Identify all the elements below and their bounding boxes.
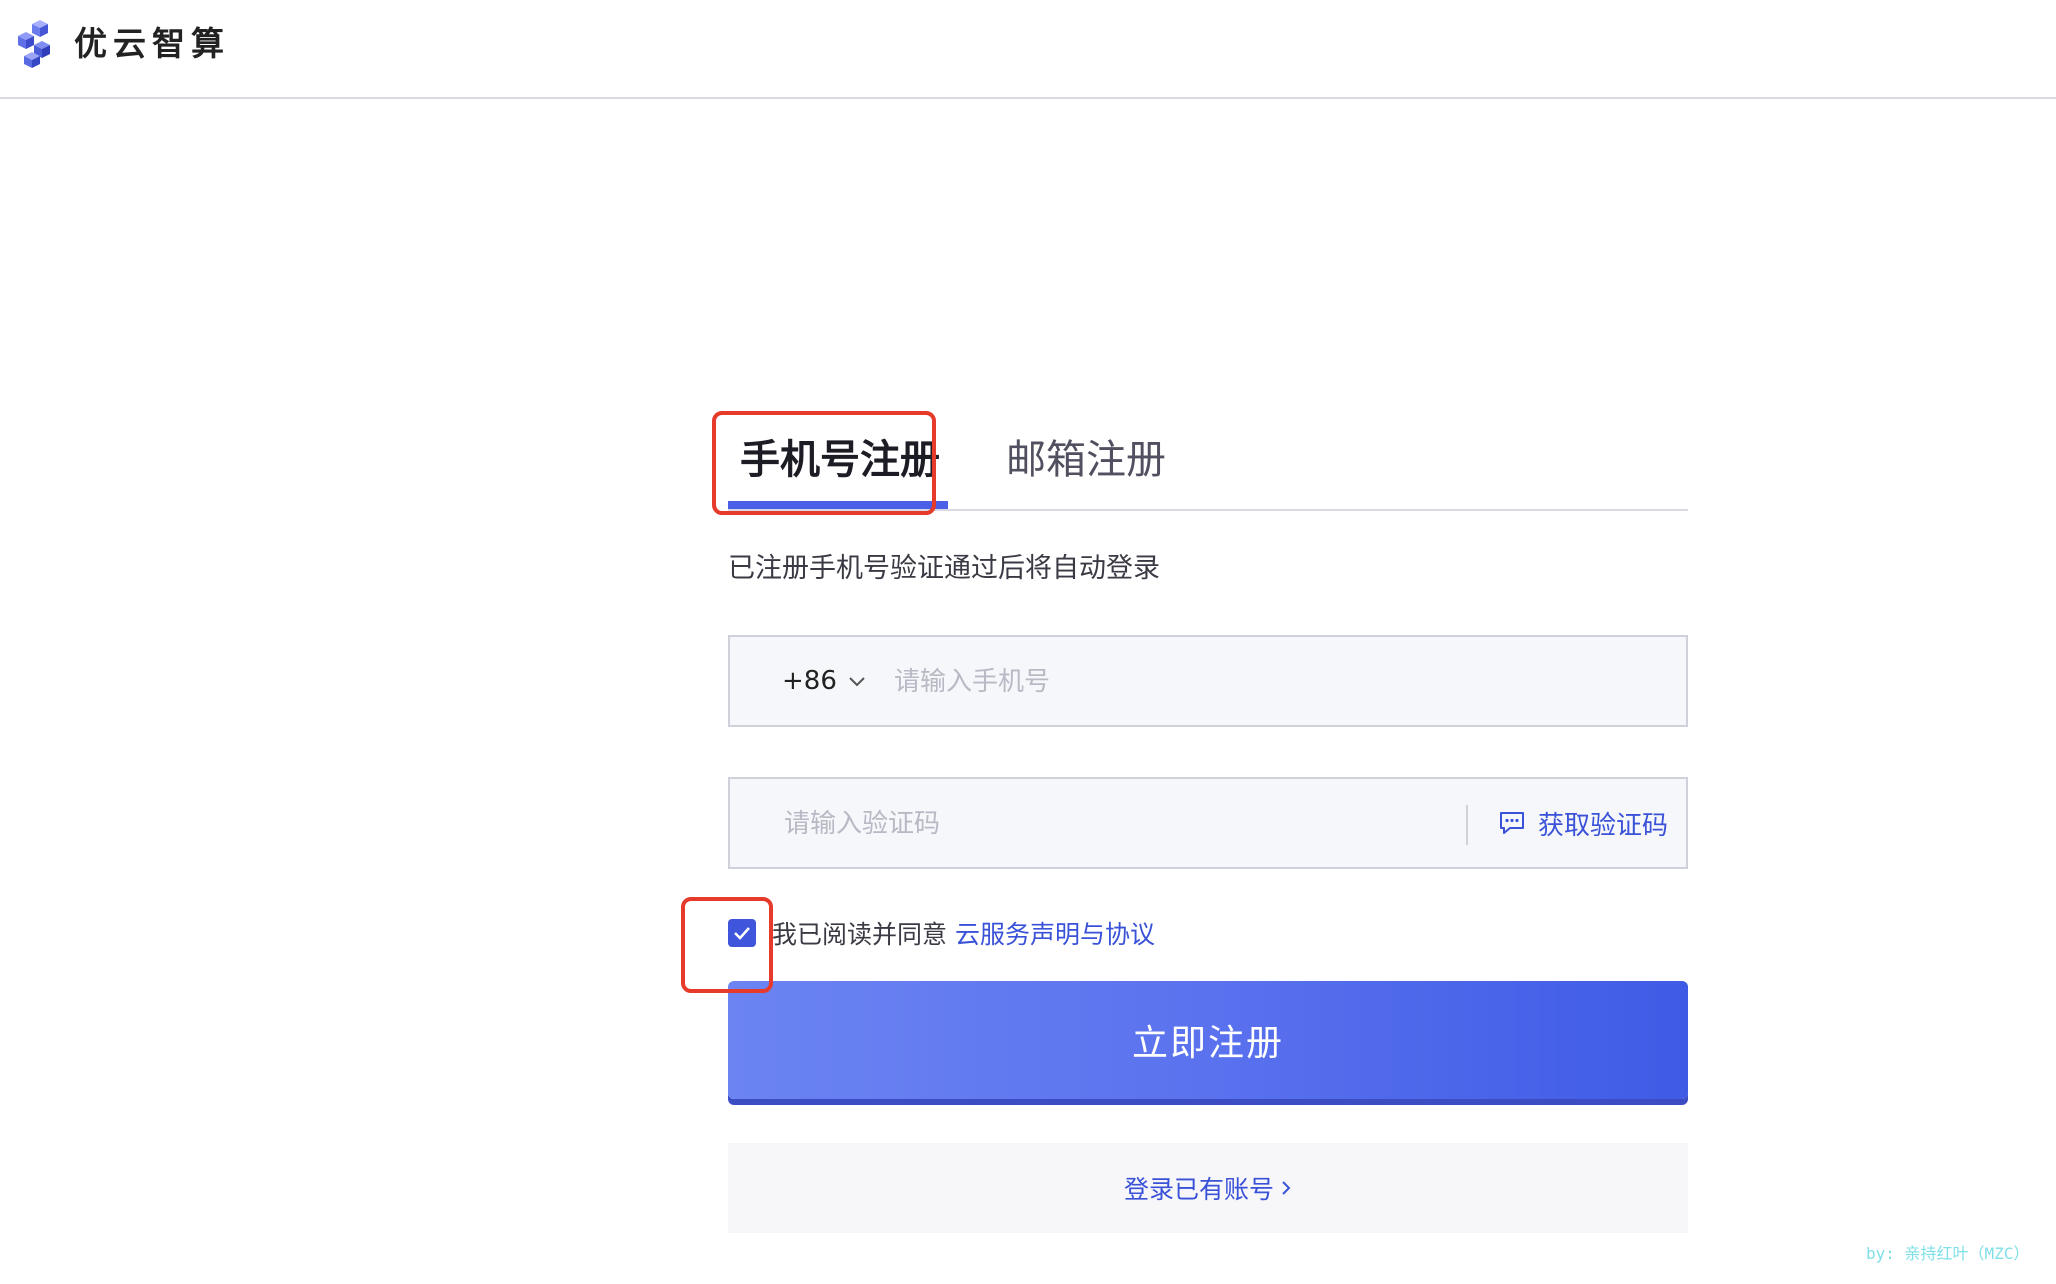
login-existing-account-link[interactable]: 登录已有账号 xyxy=(1124,1170,1292,1206)
watermark: by: 亲持红叶（MZC） xyxy=(1866,1244,2030,1263)
terms-link[interactable]: 云服务声明与协议 xyxy=(955,915,1155,951)
brand-name: 优云智算 xyxy=(74,24,230,63)
agree-text: 我已阅读并同意 xyxy=(772,920,948,949)
login-box: 登录已有账号 xyxy=(728,1143,1688,1233)
country-code-value: +86 xyxy=(782,666,837,696)
field-divider xyxy=(1466,805,1468,845)
phone-input[interactable] xyxy=(892,637,1666,727)
register-form: 手机号注册 邮箱注册 已注册手机号验证通过后将自动登录 +86 请输入手机号 请… xyxy=(681,411,1688,1233)
logo-cubes-icon xyxy=(18,20,50,68)
login-link-label: 登录已有账号 xyxy=(1123,1175,1274,1204)
agree-checkbox[interactable] xyxy=(728,919,756,947)
annotation-highlight-checkbox xyxy=(681,897,773,993)
tab-email-register[interactable]: 邮箱注册 xyxy=(1006,432,1166,488)
get-code-button[interactable]: 获取验证码 xyxy=(1498,779,1668,867)
header: 优云智算 xyxy=(0,0,2056,99)
phone-field: +86 xyxy=(728,635,1688,727)
register-tabs: 手机号注册 邮箱注册 xyxy=(712,411,1688,515)
tab-phone-register[interactable]: 手机号注册 xyxy=(740,432,940,488)
register-button[interactable]: 立即注册 xyxy=(728,981,1688,1099)
agreement-row: 我已阅读并同意 云服务声明与协议 xyxy=(681,897,1688,993)
checkmark-icon xyxy=(734,927,750,940)
verification-code-field: 获取验证码 xyxy=(728,777,1688,869)
verification-code-input[interactable] xyxy=(782,779,1466,869)
get-code-label: 获取验证码 xyxy=(1538,810,1669,841)
chevron-down-icon xyxy=(849,677,865,687)
country-code-select[interactable]: +86 xyxy=(782,637,867,725)
register-page: 优云智算 手机号注册 邮箱注册 已注册手机号验证通过后将自动登录 +86 请输入… xyxy=(0,0,2056,1284)
chevron-right-icon xyxy=(1282,1181,1291,1195)
active-tab-indicator xyxy=(728,501,948,509)
message-icon xyxy=(1500,812,1524,834)
form-subtitle: 已注册手机号验证通过后将自动登录 xyxy=(728,553,1160,584)
